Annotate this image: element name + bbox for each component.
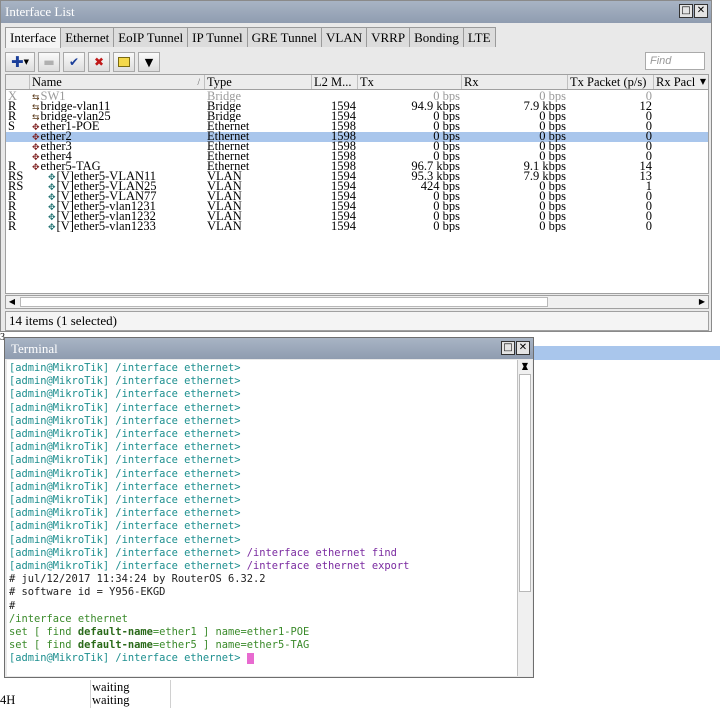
tab-eoip-tunnel[interactable]: EoIP Tunnel xyxy=(113,27,189,47)
status-bar: 14 items (1 selected) xyxy=(5,311,709,331)
terminal-line: [admin@MikroTik] /interface ethernet> xyxy=(9,494,241,506)
horizontal-scrollbar[interactable]: ◀ ▶ xyxy=(5,295,709,309)
type-cell: VLAN xyxy=(207,220,242,232)
ethernet-icon: ✥ xyxy=(32,163,40,172)
chevron-down-icon[interactable]: ▼ xyxy=(700,75,706,89)
terminal-title-bar[interactable]: Terminal □ ✕ xyxy=(5,338,533,359)
terminal-line: [admin@MikroTik] /interface ethernet> xyxy=(9,441,241,454)
background-row-label: 4H xyxy=(0,693,16,707)
minus-icon: ▬ xyxy=(43,55,55,69)
filter-button[interactable]: ▼ xyxy=(138,52,160,72)
terminal-line: /interface ethernet xyxy=(9,612,128,625)
checkmark-icon: ✔ xyxy=(68,55,80,69)
terminal-line: # software id = Y956-EKGD xyxy=(9,586,166,599)
terminal-line: [admin@MikroTik] /interface ethernet> xyxy=(9,388,241,401)
table-header: Name / Type L2 M... Tx Rx Tx Packet (p/s)… xyxy=(6,75,708,90)
close-icon[interactable]: ✕ xyxy=(694,4,708,18)
terminal-line: [admin@MikroTik] /interface ethernet> xyxy=(9,533,241,546)
scroll-right-icon[interactable]: ▶ xyxy=(696,296,708,308)
terminal-line: [admin@MikroTik] /interface ethernet> xyxy=(9,454,241,467)
terminal-output[interactable]: [admin@MikroTik] /interface ethernet> [ad… xyxy=(7,360,517,676)
tab-vrrp[interactable]: VRRP xyxy=(366,27,411,47)
name-cell: ✥[V]ether5-vlan1233 xyxy=(48,220,156,232)
scroll-left-icon[interactable]: ◀ xyxy=(6,296,18,308)
scrollbar-thumb[interactable] xyxy=(20,297,548,307)
tab-ip-tunnel[interactable]: IP Tunnel xyxy=(187,27,248,47)
comment-icon xyxy=(118,57,130,67)
sort-indicator: / xyxy=(197,77,200,87)
terminal-cursor xyxy=(246,652,254,664)
comment-button[interactable] xyxy=(113,52,135,72)
tab-gre-tunnel[interactable]: GRE Tunnel xyxy=(246,27,322,47)
terminal-line: [admin@MikroTik] /interface ethernet> /i… xyxy=(9,546,397,559)
tab-bar: Interface Ethernet EoIP Tunnel IP Tunnel GRE… xyxy=(5,27,496,48)
terminal-line: [admin@MikroTik] /interface ethernet> xyxy=(9,362,241,374)
flag-cell: R xyxy=(8,220,17,232)
terminal-line: # jul/12/2017 11:34:24 by RouterOS 6.32.… xyxy=(9,573,266,586)
chevron-down-icon: ▼ xyxy=(23,58,29,66)
remove-button[interactable]: ▬ xyxy=(38,52,60,72)
tx-packet-cell: 0 xyxy=(645,220,652,232)
terminal-title-text: Terminal xyxy=(11,341,58,356)
tab-lte[interactable]: LTE xyxy=(462,27,496,47)
terminal-line: set [ find default-name=ether5 ] name=et… xyxy=(9,639,310,652)
terminal-window: Terminal □ ✕ [admin@MikroTik] /interface… xyxy=(4,337,534,678)
maximize-icon[interactable]: □ xyxy=(679,4,693,18)
tab-ethernet[interactable]: Ethernet xyxy=(60,27,115,47)
terminal-line: [admin@MikroTik] /interface ethernet> xyxy=(9,652,254,665)
terminal-line: [admin@MikroTik] /interface ethernet> xyxy=(9,467,241,480)
maximize-icon[interactable]: □ xyxy=(501,341,515,355)
terminal-line: set [ find default-name=ether1 ] name=et… xyxy=(9,626,310,638)
scrollbar-thumb[interactable] xyxy=(519,374,531,592)
column-header-l2mtu[interactable]: L2 M... xyxy=(312,75,358,89)
terminal-line: [admin@MikroTik] /interface ethernet> xyxy=(9,401,241,414)
l2mtu-cell: 1594 xyxy=(331,220,356,232)
background-row-status: waiting xyxy=(92,693,130,707)
column-header-tx-packet[interactable]: Tx Packet (p/s) xyxy=(568,75,654,89)
plus-icon: ✚ xyxy=(11,53,24,71)
find-input[interactable]: Find xyxy=(645,52,705,70)
vlan-icon: ✥ xyxy=(48,223,56,232)
terminal-line: # xyxy=(9,599,16,612)
background-divider xyxy=(170,680,171,708)
terminal-line: [admin@MikroTik] /interface ethernet> /i… xyxy=(9,560,410,572)
close-icon[interactable]: ✕ xyxy=(516,341,530,355)
disable-button[interactable]: ✖ xyxy=(88,52,110,72)
vertical-scrollbar[interactable]: ▲ ▼ xyxy=(517,360,532,676)
enable-button[interactable]: ✔ xyxy=(63,52,85,72)
tx-cell: 0 bps xyxy=(433,220,460,232)
tab-vlan[interactable]: VLAN xyxy=(321,27,368,47)
table-row[interactable]: R ✥[V]ether5-vlan1233 VLAN 1594 0 bps 0 bps 0 xyxy=(6,220,708,232)
window-title-text: Interface List xyxy=(5,4,75,19)
window-title[interactable]: Interface List □ ✕ xyxy=(1,1,711,23)
background-selection-bar xyxy=(534,346,720,360)
terminal-line: [admin@MikroTik] /interface ethernet> xyxy=(9,375,241,388)
terminal-line: [admin@MikroTik] /interface ethernet> xyxy=(9,428,241,440)
terminal-line: [admin@MikroTik] /interface ethernet> xyxy=(9,414,241,427)
scroll-down-icon[interactable]: ▼ xyxy=(519,360,531,372)
column-header-tx[interactable]: Tx xyxy=(358,75,462,89)
background-divider xyxy=(90,680,91,708)
column-header-type[interactable]: Type xyxy=(205,75,312,89)
interface-table: Name / Type L2 M... Tx Rx Tx Packet (p/s)… xyxy=(5,74,709,294)
toolbar: ✚ ▼ ▬ ✔ ✖ ▼ xyxy=(5,50,160,74)
tab-interface[interactable]: Interface xyxy=(5,27,62,48)
terminal-line: [admin@MikroTik] /interface ethernet> xyxy=(9,507,241,520)
interface-list-window: Interface List □ ✕ Interface Ethernet EoIP… xyxy=(0,0,712,332)
column-header-flags[interactable] xyxy=(6,75,30,89)
filter-icon: ▼ xyxy=(144,55,154,69)
column-header-rx-packet[interactable]: Rx Pacl ▼ xyxy=(654,75,708,89)
column-header-rx[interactable]: Rx xyxy=(462,75,568,89)
terminal-line: [admin@MikroTik] /interface ethernet> xyxy=(9,480,241,493)
add-button[interactable]: ✚ ▼ xyxy=(5,52,35,72)
column-header-name[interactable]: Name / xyxy=(30,75,205,89)
terminal-line: [admin@MikroTik] /interface ethernet> xyxy=(9,520,241,533)
tab-bonding[interactable]: Bonding xyxy=(409,27,464,47)
x-icon: ✖ xyxy=(93,55,105,69)
rx-cell: 0 bps xyxy=(539,220,566,232)
